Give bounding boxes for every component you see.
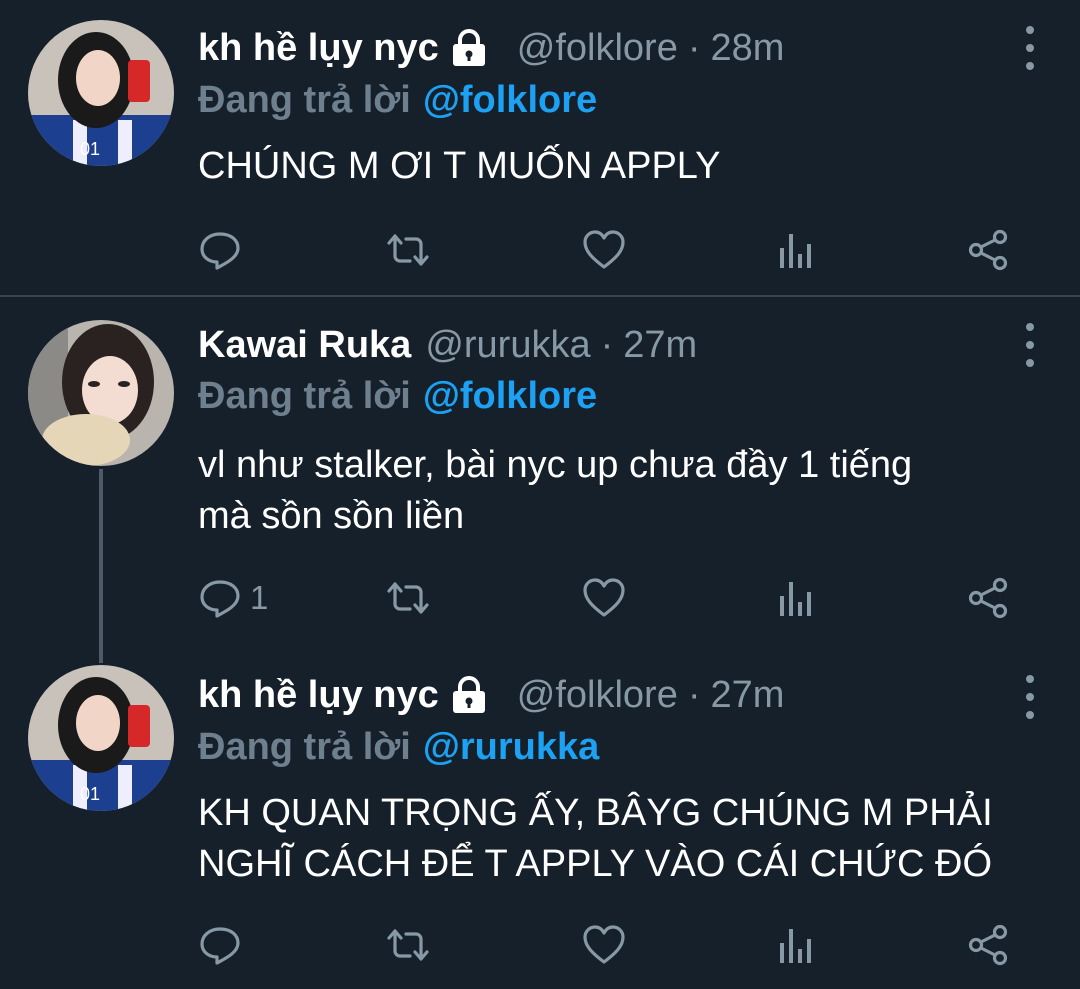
reply-icon: [200, 927, 240, 965]
lock-icon: [452, 676, 485, 713]
handle[interactable]: @folklore: [517, 674, 678, 717]
action-bar: 1: [198, 574, 1018, 622]
retweet-icon: [387, 582, 429, 614]
more-icon[interactable]: [1020, 323, 1040, 367]
like-button[interactable]: [582, 921, 626, 969]
share-icon: [968, 577, 1008, 619]
analytics-button[interactable]: [774, 921, 818, 969]
reply-context: Đang trả lời @rurukka: [198, 722, 599, 772]
tweet-text: vl như stalker, bài nyc up chưa đầy 1 ti…: [198, 440, 1040, 542]
mention-link[interactable]: @rurukka: [423, 726, 599, 769]
more-icon[interactable]: [1020, 26, 1040, 70]
avatar[interactable]: [28, 320, 174, 466]
text-line: CHÚNG M ƠI T MUỐN APPLY: [198, 145, 721, 187]
timestamp[interactable]: 27m: [710, 674, 784, 717]
analytics-icon: [780, 234, 811, 268]
tweet-text: CHÚNG M ƠI T MUỐN APPLY: [198, 141, 1040, 192]
reply-prefix: Đang trả lời: [198, 374, 411, 417]
reply-icon: [200, 580, 240, 618]
action-bar: [198, 921, 1018, 969]
like-icon: [583, 230, 625, 269]
retweet-button[interactable]: [386, 226, 430, 274]
retweet-icon: [387, 234, 429, 266]
display-name[interactable]: kh hề lụy nyc: [198, 674, 439, 717]
avatar[interactable]: 01: [28, 20, 174, 166]
reply-context: Đang trả lời @folklore: [198, 75, 597, 125]
reply-prefix: Đang trả lời: [198, 725, 411, 768]
separator: ·: [687, 26, 701, 69]
share-button[interactable]: [966, 921, 1010, 969]
like-button[interactable]: [582, 574, 626, 622]
lock-icon: [452, 29, 485, 66]
display-name[interactable]: Kawai Ruka: [198, 324, 411, 367]
retweet-button[interactable]: [386, 574, 430, 622]
share-icon: [968, 924, 1008, 966]
text-line: KH QUAN TRỌNG ẤY, BÂYG CHÚNG M PHẢI: [198, 792, 993, 834]
retweet-icon: [387, 929, 429, 961]
separator: ·: [687, 673, 701, 716]
tweet[interactable]: 01 kh hề lụy nyc @folklore · 27m Đang tr…: [0, 645, 1080, 989]
reply-icon: [200, 232, 240, 270]
like-button[interactable]: [582, 226, 626, 274]
analytics-icon: [780, 929, 811, 963]
separator: ·: [600, 323, 614, 366]
mention-link[interactable]: @folklore: [423, 79, 597, 122]
tweet[interactable]: Kawai Ruka @rurukka · 27m Đang trả lời @…: [0, 297, 1080, 663]
tweet-text: KH QUAN TRỌNG ẤY, BÂYG CHÚNG M PHẢI NGHĨ…: [198, 788, 1040, 890]
avatar[interactable]: 01: [28, 665, 174, 811]
text-line: vl như stalker, bài nyc up chưa đầy 1 ti…: [198, 444, 913, 486]
svg-text:01: 01: [80, 139, 100, 159]
analytics-icon: [780, 582, 811, 616]
analytics-button[interactable]: [774, 574, 818, 622]
svg-text:01: 01: [80, 784, 100, 804]
reply-context: Đang trả lời @folklore: [198, 371, 597, 421]
reply-button[interactable]: [198, 226, 250, 274]
mention-link[interactable]: @folklore: [423, 375, 597, 418]
share-button[interactable]: [966, 574, 1010, 622]
reply-prefix: Đang trả lời: [198, 78, 411, 121]
thread-line: [99, 469, 103, 663]
like-icon: [583, 925, 625, 964]
handle[interactable]: @folklore: [517, 27, 678, 70]
retweet-button[interactable]: [386, 921, 430, 969]
handle[interactable]: @rurukka: [425, 324, 590, 367]
tweet[interactable]: 01 kh hề lụy nyc @folklore · 28m Đang tr…: [0, 0, 1080, 296]
timestamp[interactable]: 28m: [710, 27, 784, 70]
share-icon: [968, 229, 1008, 271]
timestamp[interactable]: 27m: [623, 324, 697, 367]
analytics-button[interactable]: [774, 226, 818, 274]
more-icon[interactable]: [1020, 675, 1040, 719]
reply-button[interactable]: 1: [198, 574, 268, 622]
action-bar: [198, 226, 1018, 274]
share-button[interactable]: [966, 226, 1010, 274]
reply-button[interactable]: [198, 921, 250, 969]
display-name[interactable]: kh hề lụy nyc: [198, 27, 439, 70]
text-line: NGHĨ CÁCH ĐỂ T APPLY VÀO CÁI CHỨC ĐÓ: [198, 843, 993, 885]
text-line: mà sồn sồn liền: [198, 495, 465, 537]
reply-count: 1: [250, 579, 269, 616]
like-icon: [583, 578, 625, 617]
